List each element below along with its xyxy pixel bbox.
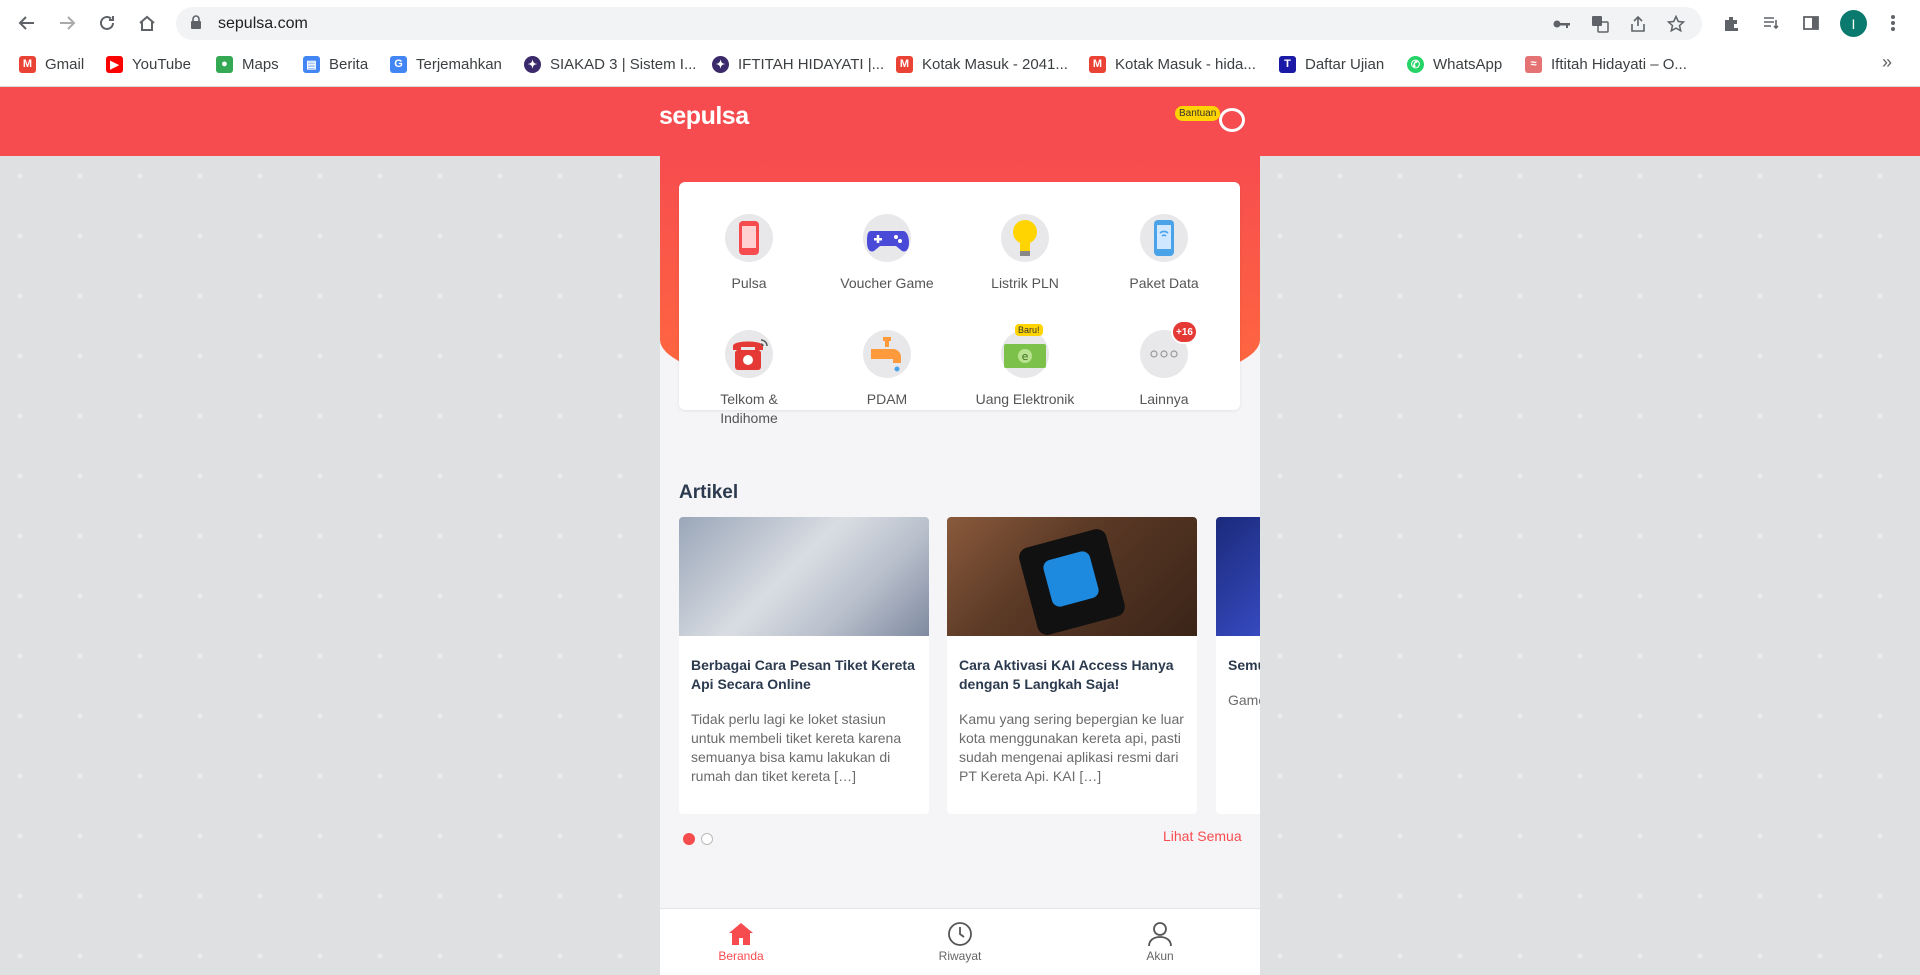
bookmark-terjemahkan[interactable]: G Terjemahkan (390, 50, 502, 78)
translate-page-icon[interactable] (1590, 14, 1610, 34)
main-panel: Pulsa Voucher Game Listrik PLN Paket Dat… (660, 156, 1260, 975)
article-title: Semu Uang (1228, 657, 1260, 673)
user-icon (1110, 919, 1210, 949)
article-image (1216, 517, 1260, 636)
phone-icon (725, 214, 773, 262)
articles-carousel[interactable]: Berbagai Cara Pesan Tiket Kereta Api Sec… (679, 517, 1260, 814)
chat-bubble-icon (1219, 108, 1245, 132)
carousel-dot-active[interactable] (683, 833, 695, 845)
bottom-navigation: Beranda Riwayat Akun (660, 908, 1260, 975)
news-icon: ▤ (303, 55, 320, 73)
more-count-badge: +16 (1171, 320, 1198, 344)
data-phone-icon (1140, 214, 1188, 262)
more-icon: +16 (1140, 320, 1198, 378)
menu-item-pulsa[interactable]: Pulsa (679, 214, 819, 293)
extensions-icon[interactable] (1718, 10, 1744, 36)
article-title: Cara Aktivasi KAI Access Hanya dengan 5 … (959, 657, 1174, 692)
te-icon: T (1279, 55, 1296, 73)
article-description: Game perm masy perm (1228, 692, 1260, 708)
whatsapp-icon: ✆ (1407, 55, 1424, 73)
article-image (679, 517, 929, 636)
bookmarks-bar: M Gmail ▶ YouTube ● Maps ▤ Berita G Terjemahk… (0, 50, 1920, 78)
bookmark-iftitah[interactable]: ✦ IFTITAH HIDAYATI |... (712, 50, 884, 78)
menu-item-listrik-pln[interactable]: Listrik PLN (955, 214, 1095, 293)
bookmark-daftar-ujian[interactable]: T Daftar Ujian (1279, 50, 1384, 78)
browser-toolbar: sepulsa.com I (0, 0, 1920, 46)
share-icon[interactable] (1628, 14, 1648, 34)
bookmark-whatsapp[interactable]: ✆ WhatsApp (1407, 50, 1502, 78)
bookmark-maps[interactable]: ● Maps (216, 50, 279, 78)
articles-heading: Artikel (679, 482, 739, 503)
side-panel-icon[interactable] (1798, 10, 1824, 36)
article-card[interactable]: Cara Aktivasi KAI Access Hanya dengan 5 … (947, 517, 1197, 814)
clock-icon (910, 919, 1010, 949)
nav-beranda[interactable]: Beranda (691, 919, 791, 963)
menu-item-pdam[interactable]: PDAM (817, 330, 957, 409)
address-bar[interactable]: sepulsa.com (176, 7, 1702, 40)
product-menu-card: Pulsa Voucher Game Listrik PLN Paket Dat… (679, 182, 1240, 426)
key-icon[interactable] (1552, 14, 1572, 34)
sepulsa-logo[interactable]: sepulsa (659, 102, 749, 131)
maps-icon: ● (216, 55, 233, 73)
bookmark-siakad[interactable]: ✦ SIAKAD 3 | Sistem I... (524, 50, 696, 78)
new-badge: Baru! (1015, 324, 1043, 336)
article-description: Kamu yang sering bepergian ke luar kota … (959, 711, 1184, 784)
article-title: Berbagai Cara Pesan Tiket Kereta Api Sec… (691, 657, 915, 692)
profile-avatar[interactable]: I (1840, 10, 1867, 37)
bookmark-kotak-masuk-2[interactable]: M Kotak Masuk - hida... (1089, 50, 1256, 78)
home-browser-icon[interactable] (132, 8, 162, 38)
site-header: sepulsa Bantuan (0, 87, 1920, 156)
reading-list-icon[interactable] (1758, 10, 1784, 36)
youtube-icon: ▶ (106, 55, 123, 73)
menu-item-lainnya[interactable]: +16 Lainnya (1094, 320, 1234, 409)
browser-chrome: sepulsa.com I M Gmail ▶ YouTube ● Maps ▤… (0, 0, 1920, 87)
menu-item-telkom[interactable]: Telkom & Indihome (679, 330, 819, 428)
nav-akun[interactable]: Akun (1110, 919, 1210, 963)
bookmark-youtube[interactable]: ▶ YouTube (106, 50, 191, 78)
blog-icon: ≈ (1525, 55, 1542, 73)
back-icon[interactable] (12, 8, 42, 38)
bookmark-star-icon[interactable] (1666, 14, 1686, 34)
home-icon (691, 919, 791, 949)
gmail-icon: M (896, 55, 913, 73)
telephone-icon (725, 330, 773, 378)
forward-icon[interactable] (52, 8, 82, 38)
bookmark-iftitah-blog[interactable]: ≈ Iftitah Hidayati – O... (1525, 50, 1687, 78)
siakad-icon: ✦ (524, 55, 541, 73)
e-money-icon: e Baru! (1001, 324, 1049, 378)
lock-icon (190, 15, 202, 35)
svg-text:e: e (1022, 350, 1029, 363)
bookmark-kotak-masuk-1[interactable]: M Kotak Masuk - 2041... (896, 50, 1068, 78)
article-card[interactable]: Semu Uang Game perm masy perm (1216, 517, 1260, 814)
article-card[interactable]: Berbagai Cara Pesan Tiket Kereta Api Sec… (679, 517, 929, 814)
menu-item-voucher-game[interactable]: Voucher Game (817, 214, 957, 293)
gmail-icon: M (19, 55, 36, 73)
see-all-link[interactable]: Lihat Semua (1163, 828, 1242, 844)
article-description: Tidak perlu lagi ke loket stasiun untuk … (691, 711, 902, 784)
url-text: sepulsa.com (218, 15, 308, 32)
carousel-dot[interactable] (701, 833, 713, 845)
translate-icon: G (390, 55, 407, 73)
water-tap-icon (863, 330, 911, 378)
browser-menu-icon[interactable] (1880, 10, 1906, 36)
menu-item-uang-elektronik[interactable]: e Baru! Uang Elektronik (955, 324, 1095, 409)
carousel-pagination (683, 833, 713, 845)
lightbulb-icon (1001, 214, 1049, 262)
reload-icon[interactable] (92, 8, 122, 38)
gmail-icon: M (1089, 55, 1106, 73)
bookmark-gmail[interactable]: M Gmail (19, 50, 84, 78)
nav-riwayat[interactable]: Riwayat (910, 919, 1010, 963)
gamepad-icon (863, 214, 911, 262)
article-image (947, 517, 1197, 638)
bookmarks-overflow-icon[interactable]: » (1882, 52, 1892, 73)
bookmark-berita[interactable]: ▤ Berita (303, 50, 368, 78)
iftitah-icon: ✦ (712, 55, 729, 73)
help-label: Bantuan (1175, 106, 1221, 121)
help-button[interactable]: Bantuan (1175, 106, 1247, 136)
menu-item-paket-data[interactable]: Paket Data (1094, 214, 1234, 293)
